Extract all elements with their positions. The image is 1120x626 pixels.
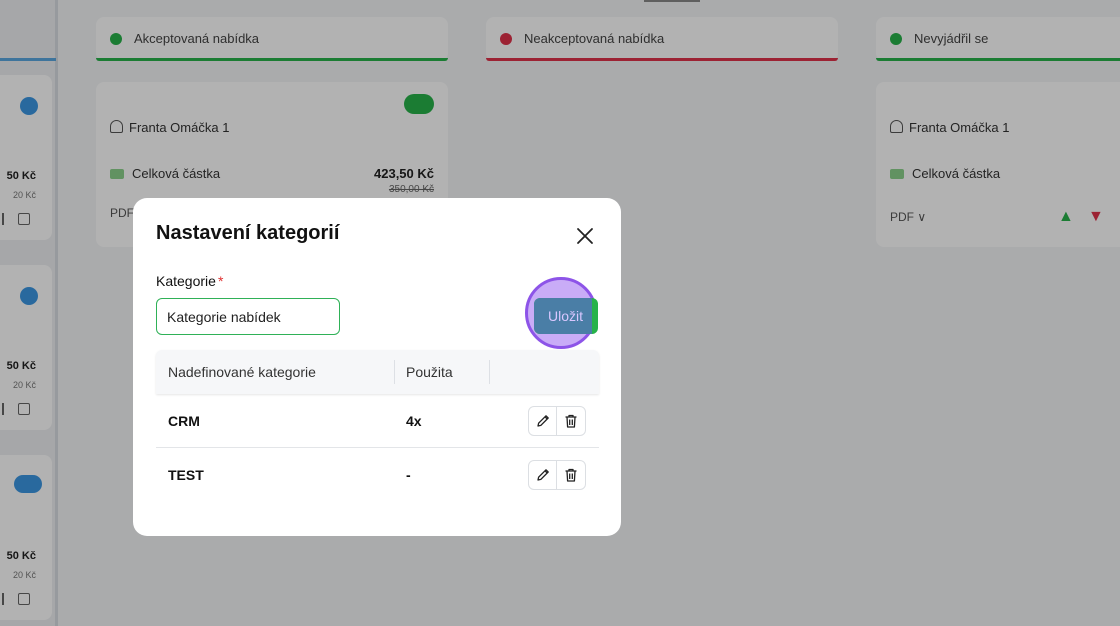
row-actions [528, 460, 586, 490]
trash-icon [565, 468, 577, 482]
delete-button[interactable] [557, 407, 585, 435]
category-used-count: - [406, 467, 411, 483]
save-button[interactable]: Uložit [534, 298, 598, 334]
pencil-icon [536, 415, 549, 427]
table-row: TEST - [156, 448, 599, 502]
category-name: CRM [168, 413, 200, 429]
category-settings-modal: Nastavení kategorií Kategorie* Uložit Na… [133, 198, 621, 536]
table-header: Nadefinované kategorie Použita [156, 350, 599, 394]
delete-button[interactable] [557, 461, 585, 489]
close-icon [577, 228, 593, 244]
header-defined-categories: Nadefinované kategorie [168, 364, 316, 380]
close-button[interactable] [571, 222, 599, 250]
table-row: CRM 4x [156, 394, 599, 448]
save-button-label: Uložit [548, 308, 584, 324]
category-input[interactable] [156, 298, 340, 335]
required-asterisk: * [217, 273, 224, 289]
category-label-text: Kategorie [156, 273, 216, 289]
header-actions [489, 350, 599, 394]
row-actions [528, 406, 586, 436]
header-used: Použita [394, 350, 489, 394]
category-name: TEST [168, 467, 204, 483]
trash-icon [565, 414, 577, 428]
modal-title: Nastavení kategorií [156, 222, 340, 244]
pencil-icon [536, 469, 549, 481]
category-used-count: 4x [406, 413, 422, 429]
categories-table: Nadefinované kategorie Použita CRM 4x TE… [156, 350, 599, 502]
edit-button[interactable] [529, 407, 557, 435]
category-field-label: Kategorie * [156, 273, 223, 289]
edit-button[interactable] [529, 461, 557, 489]
